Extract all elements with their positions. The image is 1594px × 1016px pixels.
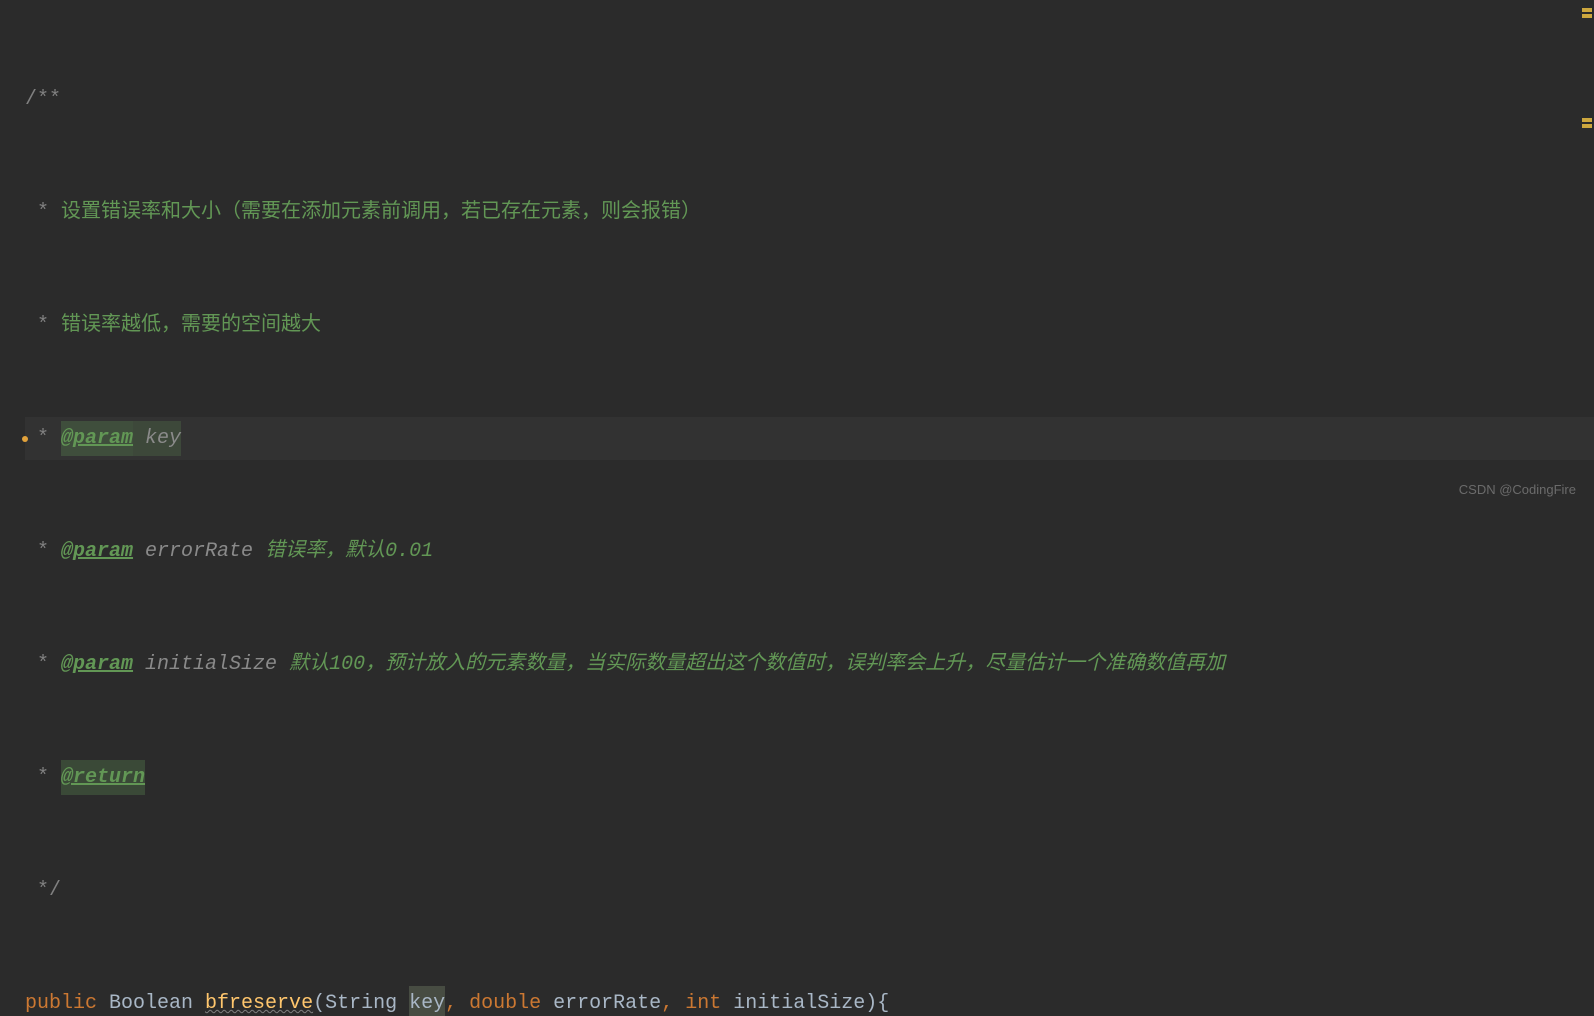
- gutter-warning-icon: [22, 436, 28, 442]
- javadoc-param-name: key: [133, 421, 181, 456]
- comment-text: 错误率，默认0.01: [253, 534, 433, 569]
- code-line: * @return: [25, 756, 1594, 799]
- brace-open: {: [877, 986, 889, 1016]
- comment-text: 错误率越低，需要的空间越大: [61, 308, 321, 343]
- paren-close: ): [865, 986, 877, 1016]
- keyword-int: int: [673, 986, 721, 1016]
- code-line: * 错误率越低，需要的空间越大: [25, 304, 1594, 347]
- type-boolean: Boolean: [97, 986, 205, 1016]
- javadoc-param-tag: @param: [61, 534, 133, 569]
- warning-marker-icon[interactable]: [1582, 14, 1592, 18]
- code-line: * @param errorRate 错误率，默认0.01: [25, 530, 1594, 573]
- code-line: * 设置错误率和大小（需要在添加元素前调用，若已存在元素，则会报错）: [25, 191, 1594, 234]
- param-errorrate: errorRate: [541, 986, 661, 1016]
- code-line: public Boolean bfreserve(String key, dou…: [25, 982, 1594, 1016]
- param-initialsize: initialSize: [721, 986, 865, 1016]
- javadoc-param-name: errorRate: [133, 534, 253, 569]
- comment-star: *: [25, 308, 61, 343]
- paren-open: (: [313, 986, 325, 1016]
- code-line: */: [25, 869, 1594, 912]
- code-editor[interactable]: /** * 设置错误率和大小（需要在添加元素前调用，若已存在元素，则会报错） *…: [0, 0, 1594, 1016]
- javadoc-return-tag: @return: [61, 760, 145, 795]
- comment-star: *: [25, 760, 61, 795]
- comment-open: /**: [25, 82, 61, 117]
- comment-text: 默认100，预计放入的元素数量，当实际数量超出这个数值时，误判率会上升，尽量估计…: [277, 647, 1225, 682]
- method-name: bfreserve: [205, 986, 313, 1016]
- watermark-text: CSDN @CodingFire: [1459, 479, 1576, 502]
- type-string: String: [325, 986, 409, 1016]
- comment-star: *: [25, 195, 61, 230]
- javadoc-param-tag: @param: [61, 647, 133, 682]
- comment-star: *: [25, 534, 61, 569]
- code-line-highlighted: * @param key: [25, 417, 1594, 460]
- code-line: /**: [25, 78, 1594, 121]
- keyword-double: double: [457, 986, 541, 1016]
- warning-marker-icon[interactable]: [1582, 124, 1592, 128]
- comment-text: 设置错误率和大小（需要在添加元素前调用，若已存在元素，则会报错）: [61, 195, 701, 230]
- javadoc-param-tag: @param: [61, 421, 133, 456]
- comma: ,: [661, 986, 673, 1016]
- keyword-public: public: [25, 986, 97, 1016]
- code-line: * @param initialSize 默认100，预计放入的元素数量，当实际…: [25, 643, 1594, 686]
- right-gutter: [1580, 0, 1594, 508]
- comma: ,: [445, 986, 457, 1016]
- warning-marker-icon[interactable]: [1582, 8, 1592, 12]
- comment-star: *: [25, 647, 61, 682]
- javadoc-param-name: initialSize: [133, 647, 277, 682]
- comment-star: *: [25, 421, 61, 456]
- comment-close: */: [25, 873, 61, 908]
- warning-marker-icon[interactable]: [1582, 118, 1592, 122]
- param-key: key: [409, 986, 445, 1016]
